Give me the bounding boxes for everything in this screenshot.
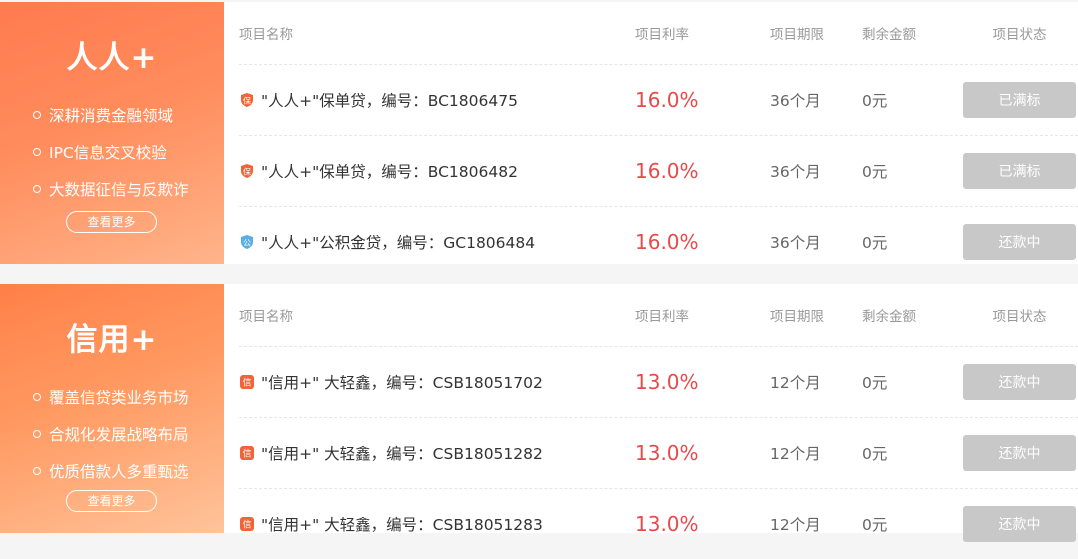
feature-item: 大数据征信与反欺诈	[33, 170, 189, 207]
header-name: 项目名称	[239, 309, 293, 325]
svg-text:保: 保	[243, 166, 251, 176]
project-term: 12个月	[770, 374, 821, 392]
svg-text:保: 保	[243, 95, 251, 105]
project-remaining: 0元	[862, 445, 888, 463]
project-name-link[interactable]: "信用+" 大轻鑫，编号：CSB18051702	[261, 371, 543, 393]
product-section-renren: 人人+ 深耕消费金融领域 IPC信息交叉校验 大数据征信与反欺诈 查看更多 项目…	[0, 2, 1078, 264]
shield-gong-icon: 公	[239, 234, 255, 250]
project-term: 12个月	[770, 445, 821, 463]
credit-xin-icon: 信	[239, 445, 255, 461]
header-term: 项目期限	[770, 309, 824, 325]
table-row[interactable]: 保 "人人+"保单贷，编号：BC1806482 16.0% 36个月 0元 已满…	[239, 135, 1078, 206]
bullet-circle-icon	[33, 184, 41, 193]
svg-text:信: 信	[242, 448, 251, 460]
project-remaining: 0元	[862, 163, 888, 181]
header-rate: 项目利率	[635, 27, 689, 43]
project-term: 36个月	[770, 92, 821, 110]
product-section-xinyong: 信用+ 覆盖信贷类业务市场 合规化发展战略布局 优质借款人多重甄选 查看更多 项…	[0, 284, 1078, 542]
project-term: 36个月	[770, 234, 821, 252]
header-remaining: 剩余金额	[862, 309, 916, 325]
feature-item: 覆盖信贷类业务市场	[33, 378, 189, 415]
status-button[interactable]: 还款中	[963, 364, 1076, 400]
bullet-circle-icon	[33, 147, 41, 156]
project-term: 36个月	[770, 163, 821, 181]
bullet-circle-icon	[33, 392, 41, 401]
status-button[interactable]: 已满标	[963, 153, 1076, 189]
see-more-button[interactable]: 查看更多	[66, 211, 157, 233]
table-header: 项目名称 项目利率 项目期限 剩余金额 项目状态	[239, 2, 1078, 64]
promo-title: 信用+	[66, 322, 158, 358]
project-rate: 13.0%	[635, 512, 699, 536]
see-more-button[interactable]: 查看更多	[66, 490, 157, 512]
promo-title: 人人+	[66, 40, 158, 76]
project-rate: 16.0%	[635, 230, 699, 254]
credit-xin-icon: 信	[239, 516, 255, 532]
bullet-circle-icon	[33, 110, 41, 119]
status-button[interactable]: 还款中	[963, 224, 1076, 260]
header-name: 项目名称	[239, 27, 293, 43]
project-name-link[interactable]: "人人+"保单贷，编号：BC1806482	[261, 160, 518, 182]
project-table: 项目名称 项目利率 项目期限 剩余金额 项目状态 信 "信用+" 大轻鑫，编号：…	[224, 284, 1078, 542]
feature-list: 覆盖信贷类业务市场 合规化发展战略布局 优质借款人多重甄选	[33, 378, 189, 489]
status-button[interactable]: 还款中	[963, 506, 1076, 542]
bullet-circle-icon	[33, 429, 41, 438]
project-table: 项目名称 项目利率 项目期限 剩余金额 项目状态 保 "人人+"保单贷，编号：B…	[224, 2, 1078, 264]
feature-item: IPC信息交叉校验	[33, 133, 189, 170]
feature-list: 深耕消费金融领域 IPC信息交叉校验 大数据征信与反欺诈	[33, 96, 189, 207]
project-rate: 13.0%	[635, 441, 699, 465]
feature-item: 合规化发展战略布局	[33, 415, 189, 452]
feature-item: 优质借款人多重甄选	[33, 452, 189, 489]
svg-text:信: 信	[242, 519, 251, 531]
svg-text:信: 信	[242, 377, 251, 389]
project-rate: 16.0%	[635, 88, 699, 112]
bullet-circle-icon	[33, 466, 41, 475]
credit-xin-icon: 信	[239, 374, 255, 390]
table-row[interactable]: 信 "信用+" 大轻鑫，编号：CSB18051702 13.0% 12个月 0元…	[239, 346, 1078, 417]
table-row[interactable]: 信 "信用+" 大轻鑫，编号：CSB18051283 13.0% 12个月 0元…	[239, 488, 1078, 559]
feature-item: 深耕消费金融领域	[33, 96, 189, 133]
shield-bao-icon: 保	[239, 163, 255, 179]
project-rate: 16.0%	[635, 159, 699, 183]
project-remaining: 0元	[862, 516, 888, 534]
table-header: 项目名称 项目利率 项目期限 剩余金额 项目状态	[239, 284, 1078, 346]
promo-panel: 信用+ 覆盖信贷类业务市场 合规化发展战略布局 优质借款人多重甄选 查看更多	[0, 284, 224, 533]
header-remaining: 剩余金额	[862, 27, 916, 43]
project-rate: 13.0%	[635, 370, 699, 394]
table-row[interactable]: 公 "人人+"公积金贷，编号：GC1806484 16.0% 36个月 0元 还…	[239, 206, 1078, 277]
project-name-link[interactable]: "信用+" 大轻鑫，编号：CSB18051282	[261, 442, 543, 464]
table-row[interactable]: 信 "信用+" 大轻鑫，编号：CSB18051282 13.0% 12个月 0元…	[239, 417, 1078, 488]
table-row[interactable]: 保 "人人+"保单贷，编号：BC1806475 16.0% 36个月 0元 已满…	[239, 64, 1078, 135]
header-status: 项目状态	[992, 27, 1047, 43]
project-remaining: 0元	[862, 234, 888, 252]
header-rate: 项目利率	[635, 309, 689, 325]
project-remaining: 0元	[862, 374, 888, 392]
shield-bao-icon: 保	[239, 92, 255, 108]
status-button[interactable]: 已满标	[963, 82, 1076, 118]
promo-panel: 人人+ 深耕消费金融领域 IPC信息交叉校验 大数据征信与反欺诈 查看更多	[0, 2, 224, 264]
status-button[interactable]: 还款中	[963, 435, 1076, 471]
project-name-link[interactable]: "人人+"保单贷，编号：BC1806475	[261, 89, 518, 111]
project-name-link[interactable]: "人人+"公积金贷，编号：GC1806484	[261, 231, 535, 253]
project-term: 12个月	[770, 516, 821, 534]
project-name-link[interactable]: "信用+" 大轻鑫，编号：CSB18051283	[261, 513, 543, 535]
svg-text:公: 公	[243, 238, 251, 247]
header-term: 项目期限	[770, 27, 824, 43]
project-remaining: 0元	[862, 92, 888, 110]
header-status: 项目状态	[992, 309, 1047, 325]
